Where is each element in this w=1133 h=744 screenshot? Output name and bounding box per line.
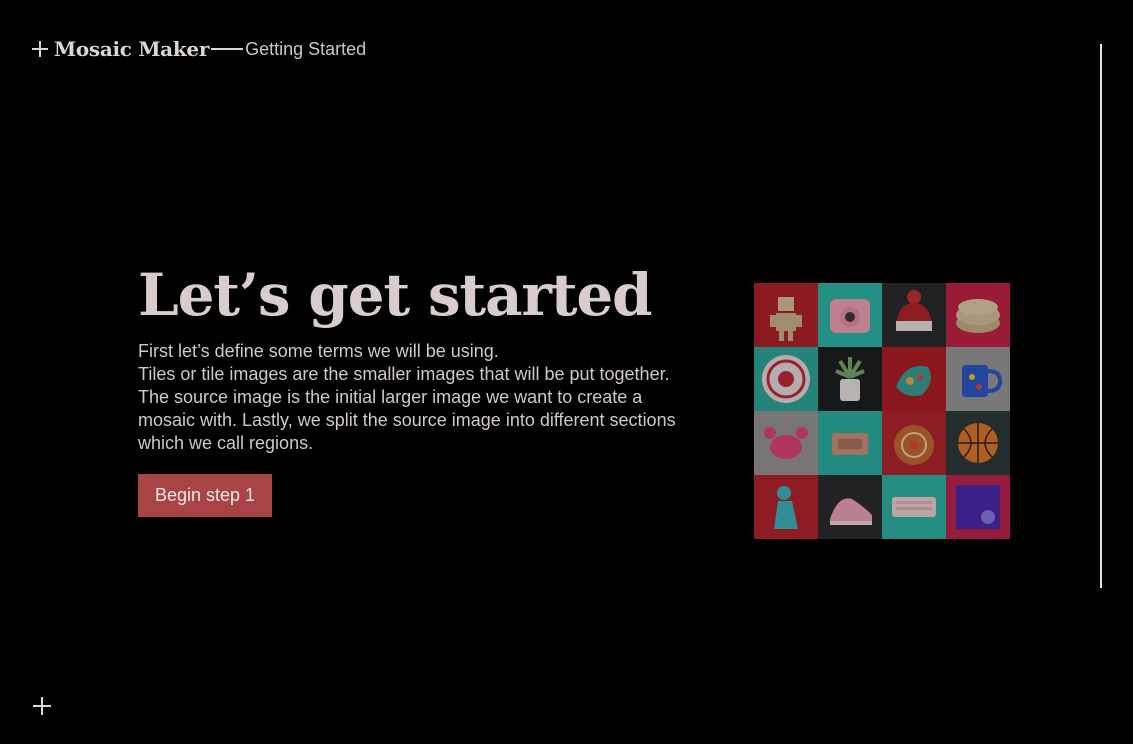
- mosaic-tile-basketball: [946, 411, 1010, 475]
- plus-icon[interactable]: [33, 697, 51, 715]
- mosaic-tile-pink-crab: [754, 411, 818, 475]
- mosaic-tile-palette: [818, 411, 882, 475]
- getting-started-page: Mosaic Maker Getting Started Let’s get s…: [0, 0, 1133, 744]
- mosaic-image: [754, 283, 1010, 539]
- plus-icon[interactable]: [32, 41, 48, 57]
- intro-text: First let’s define some terms we will be…: [138, 340, 698, 455]
- mosaic-tile-mug: [946, 347, 1010, 411]
- intro-paragraph-1: First let’s define some terms we will be…: [138, 341, 499, 361]
- brand-name[interactable]: Mosaic Maker: [54, 37, 209, 61]
- mosaic-tile-blue-figurine: [754, 475, 818, 539]
- mosaic-tile-keyboard: [882, 475, 946, 539]
- mosaic-tile-robot: [754, 283, 818, 347]
- mosaic-tile-sneaker: [818, 475, 882, 539]
- mosaic-tile-purple-notebook: [946, 475, 1010, 539]
- mosaic-tile-fabric-pouch: [882, 347, 946, 411]
- mosaic-tile-knit-hat: [882, 283, 946, 347]
- mosaic-tile-instant-camera: [818, 283, 882, 347]
- mosaic-tile-ornament: [882, 411, 946, 475]
- page-title: Let’s get started: [138, 261, 653, 329]
- header: Mosaic Maker Getting Started: [32, 34, 366, 64]
- section-title: Getting Started: [245, 38, 367, 59]
- mosaic-tile-stack-of-tortillas: [946, 283, 1010, 347]
- mosaic-tile-potted-plant: [818, 347, 882, 411]
- intro-paragraph-2: Tiles or tile images are the smaller ima…: [138, 364, 676, 453]
- header-divider: [211, 48, 244, 50]
- vertical-rule: [1100, 44, 1102, 588]
- mosaic-tile-decorative-plate: [754, 347, 818, 411]
- begin-step-1-button[interactable]: Begin step 1: [138, 474, 272, 517]
